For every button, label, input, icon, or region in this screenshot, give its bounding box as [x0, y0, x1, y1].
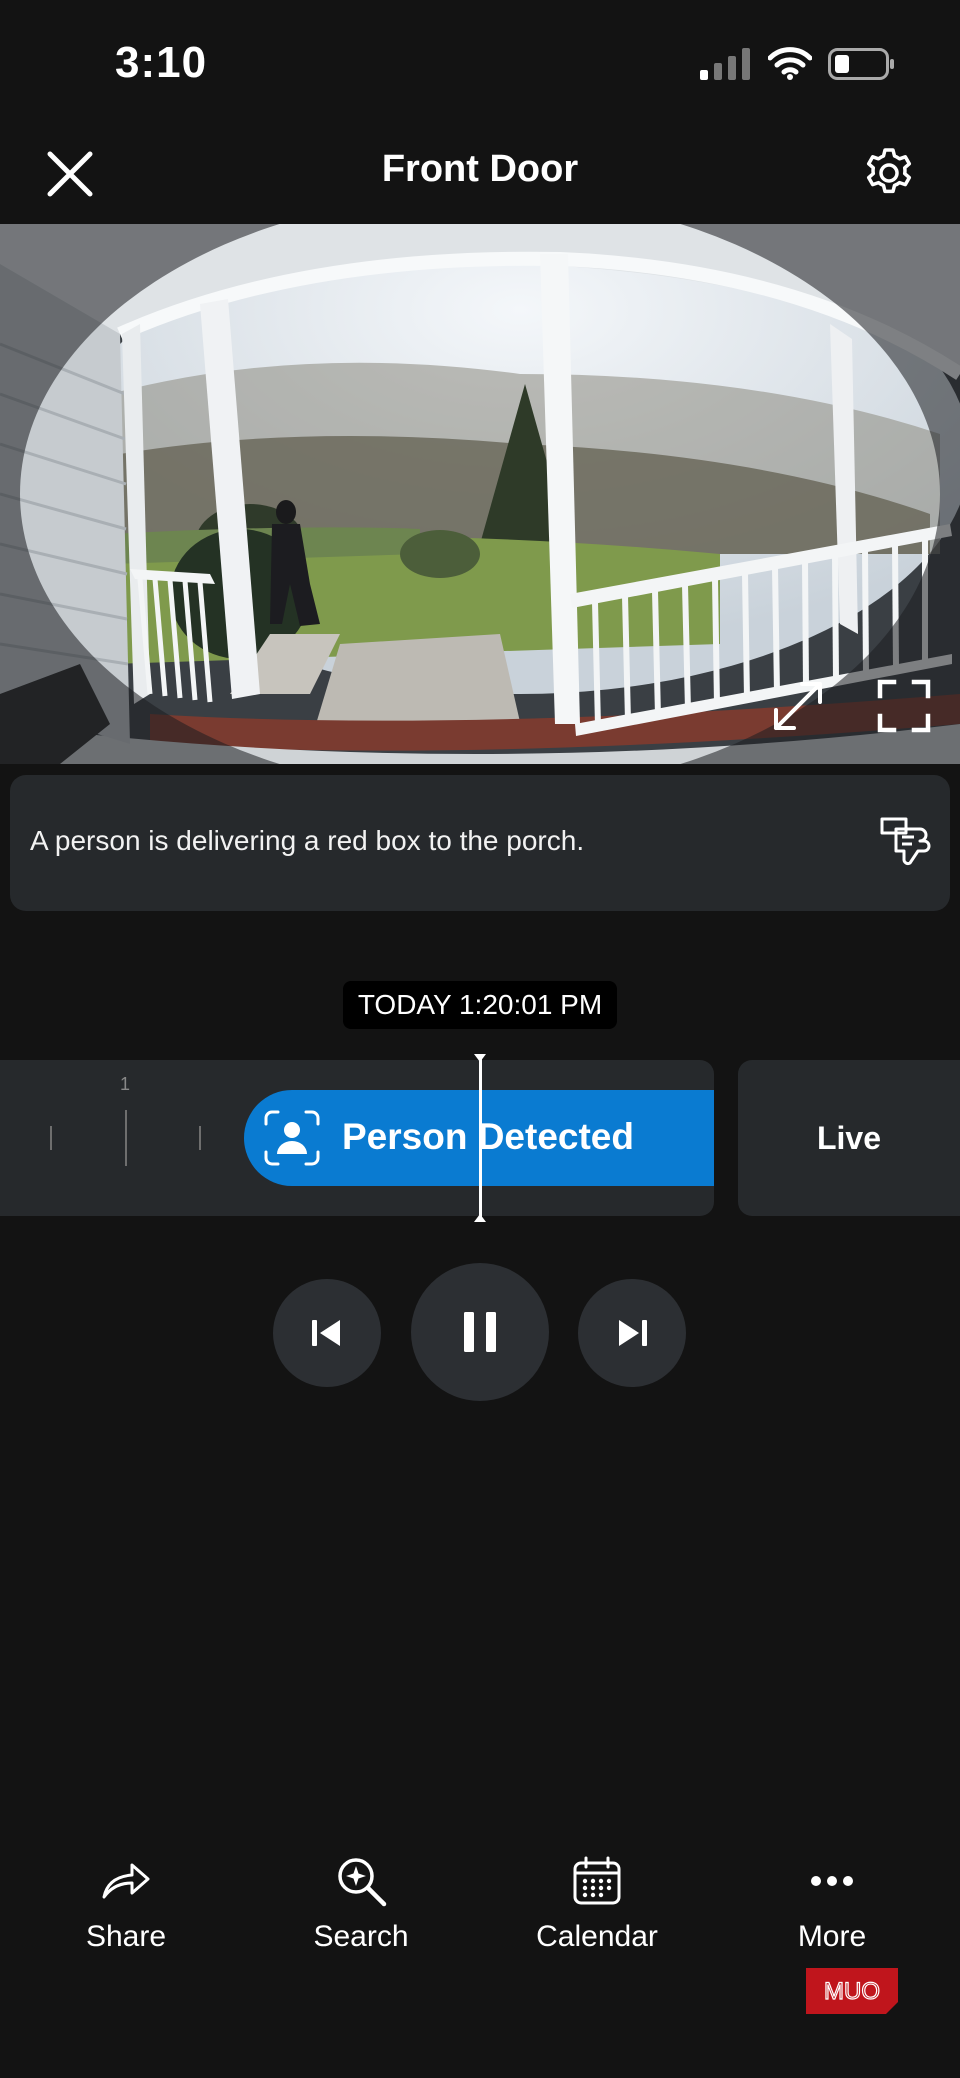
- search-label: Search: [313, 1920, 409, 1953]
- pause-button[interactable]: [411, 1263, 549, 1401]
- share-button[interactable]: Share: [36, 1850, 216, 1954]
- previous-event-button[interactable]: [273, 1279, 381, 1387]
- event-timeline[interactable]: 1 Person Detected: [0, 1060, 714, 1216]
- wifi-icon: [768, 47, 812, 80]
- timeline-tick: [199, 1126, 201, 1150]
- muo-watermark-logo: MUO: [806, 1968, 898, 2014]
- svg-text:MUO: MUO: [824, 1978, 880, 2005]
- calendar-icon: [573, 1856, 621, 1905]
- skip-next-icon: [619, 1320, 647, 1346]
- more-button[interactable]: More: [742, 1850, 922, 1954]
- playhead-top-marker: [474, 1054, 486, 1062]
- event-description-text: A person is delivering a red box to the …: [30, 825, 585, 856]
- timeline-tick: [125, 1110, 127, 1166]
- gear-icon: [866, 148, 912, 194]
- share-arrow-icon: [102, 1863, 150, 1899]
- status-bar: 3:10: [0, 0, 960, 120]
- expand-arrows-icon: [774, 682, 822, 730]
- battery-icon: [828, 48, 894, 80]
- calendar-button[interactable]: Calendar: [507, 1850, 687, 1954]
- live-button[interactable]: Live: [738, 1060, 960, 1216]
- bottom-action-bar: Share Search Calendar More: [0, 1850, 960, 1970]
- next-event-button[interactable]: [578, 1279, 686, 1387]
- event-description-card: A person is delivering a red box to the …: [10, 775, 950, 911]
- timeline-playhead[interactable]: [479, 1056, 482, 1220]
- page-title: Front Door: [381, 148, 579, 190]
- pause-icon: [464, 1312, 496, 1352]
- thumbs-down-feedback-icon: [880, 817, 931, 866]
- calendar-label: Calendar: [536, 1920, 658, 1953]
- more-dots-icon: [811, 1876, 853, 1886]
- skip-previous-icon: [312, 1320, 340, 1346]
- fullscreen-corners-icon: [877, 679, 931, 733]
- expand-button[interactable]: [766, 674, 830, 738]
- share-label: Share: [85, 1920, 167, 1953]
- search-button[interactable]: Search: [271, 1850, 451, 1954]
- status-time: 3:10: [115, 38, 208, 87]
- video-player[interactable]: [0, 224, 960, 764]
- feedback-button[interactable]: [878, 815, 938, 871]
- top-nav: Front Door: [0, 120, 960, 224]
- timeline-tick: [50, 1126, 52, 1150]
- playhead-bottom-marker: [474, 1214, 486, 1222]
- timeline-tick-label: 1: [120, 1074, 131, 1094]
- ai-search-icon: [338, 1858, 387, 1907]
- fullscreen-button[interactable]: [872, 674, 936, 738]
- more-label: More: [797, 1920, 867, 1953]
- person-detection-icon: [264, 1110, 320, 1166]
- settings-button[interactable]: [858, 142, 920, 204]
- playback-timestamp: TODAY 1:20:01 PM: [343, 981, 617, 1029]
- cellular-signal-icon: [700, 48, 750, 80]
- event-label: Person Detected: [342, 1116, 634, 1157]
